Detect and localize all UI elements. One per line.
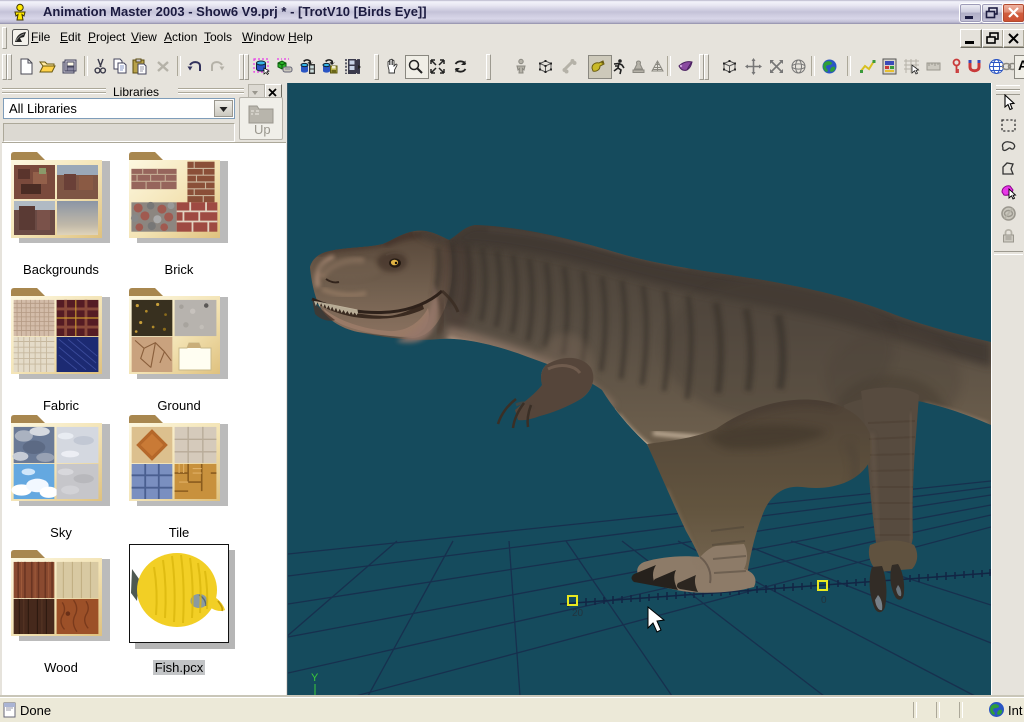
svg-text:Y: Y <box>311 672 319 684</box>
svg-text:0: 0 <box>821 595 827 606</box>
svg-text:20: 20 <box>572 608 584 619</box>
